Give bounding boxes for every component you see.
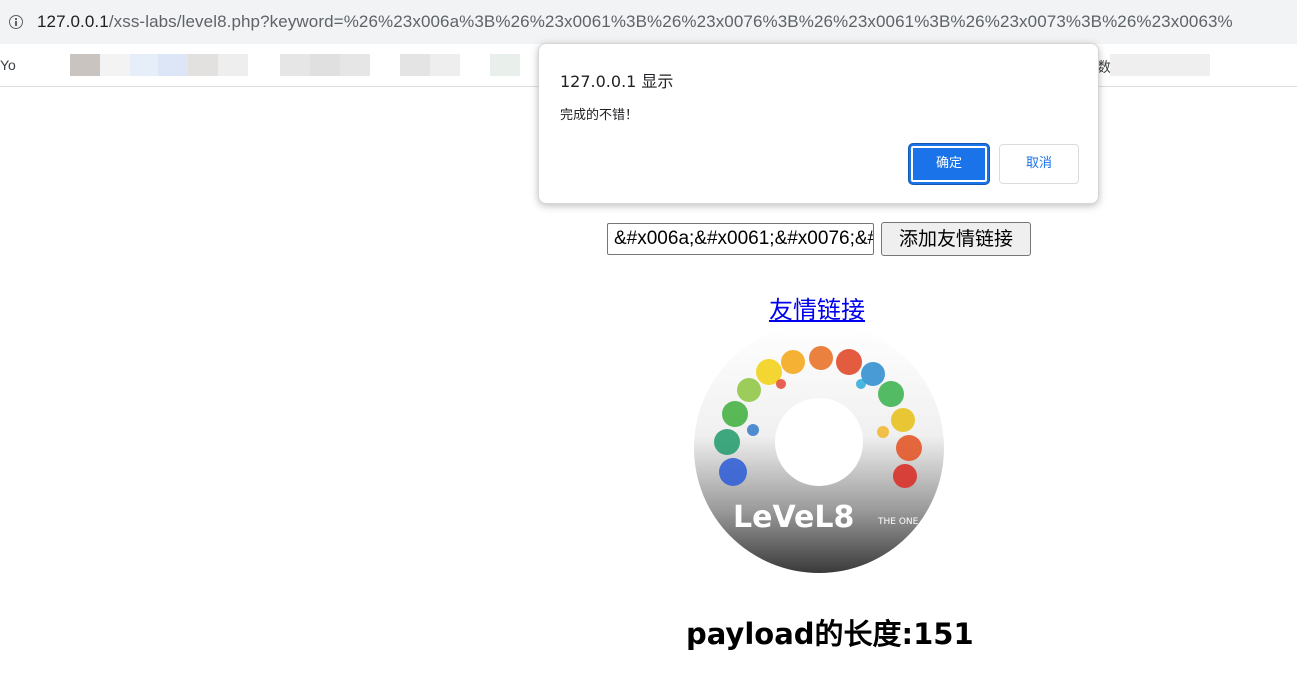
url-host: 127.0.0.1 [37, 12, 109, 31]
url-text[interactable]: 127.0.0.1/xss-labs/level8.php?keyword=%2… [37, 12, 1233, 32]
url-path: /xss-labs/level8.php?keyword=%26%23x006a… [108, 12, 1233, 31]
bookmark-item[interactable] [218, 54, 248, 76]
keyword-input[interactable]: &#x006a;&#x0061;&#x0076;&#x0061; [607, 223, 874, 255]
disc-logo-text: LeVeL8 [733, 500, 854, 535]
bookmark-item[interactable] [188, 54, 218, 76]
bookmark-item[interactable] [1110, 54, 1210, 76]
disc-logo-sub: THE ONE [877, 517, 919, 527]
ok-button[interactable]: 确定 [909, 144, 989, 184]
bookmark-item[interactable] [100, 54, 130, 76]
dialog-message: 完成的不错！ [560, 108, 639, 123]
address-bar[interactable]: 127.0.0.1/xss-labs/level8.php?keyword=%2… [0, 0, 1297, 44]
level8-disc-image: LeVeL8 THE ONE [694, 323, 944, 573]
payload-length-heading: payload的长度:151 [686, 617, 974, 651]
cancel-button[interactable]: 取消 [999, 144, 1079, 184]
bookmark-item[interactable] [340, 54, 370, 76]
bookmark-item[interactable] [158, 54, 188, 76]
bookmark-item[interactable] [400, 54, 430, 76]
bookmark-item[interactable]: Yo [0, 57, 16, 73]
bookmark-item[interactable] [280, 54, 310, 76]
add-link-button[interactable]: 添加友情链接 [881, 222, 1031, 256]
bookmark-item[interactable]: 数 [1097, 57, 1111, 77]
info-icon[interactable] [9, 15, 23, 29]
bookmark-item[interactable] [310, 54, 340, 76]
dialog-title: 127.0.0.1 显示 [560, 72, 674, 91]
bookmark-item[interactable] [490, 54, 520, 76]
bookmark-item[interactable] [430, 54, 460, 76]
bookmark-item[interactable] [130, 54, 158, 76]
bookmark-icon[interactable] [70, 54, 100, 76]
friend-link[interactable]: 友情链接 [769, 290, 865, 325]
alert-dialog: 127.0.0.1 显示 完成的不错！ 确定 取消 [538, 43, 1099, 204]
